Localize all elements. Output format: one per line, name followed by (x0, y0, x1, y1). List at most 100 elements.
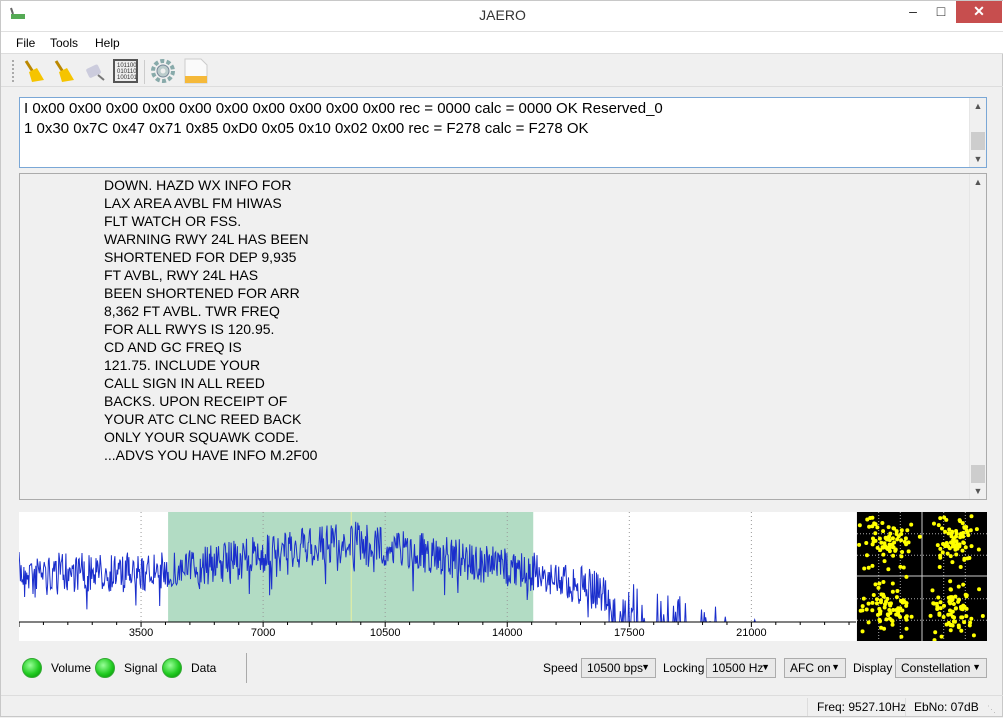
constellation-point (870, 515, 875, 520)
constellation-point (965, 530, 970, 535)
constellation-point (880, 545, 885, 550)
constellation-point (938, 553, 943, 558)
scroll-thumb[interactable] (971, 132, 985, 150)
constellation-point (968, 528, 973, 533)
gear-icon[interactable] (150, 58, 176, 84)
scrollbar[interactable]: ▲ ▼ (969, 174, 986, 499)
constellation-point (976, 547, 981, 552)
message-line: 8,362 FT AVBL. TWR FREQ (104, 303, 280, 319)
constellation-point (954, 531, 959, 536)
constellation-point (969, 616, 974, 621)
constellation-point (942, 603, 947, 608)
constellation-point (864, 607, 869, 612)
constellation-point (881, 594, 886, 599)
constellation-point (939, 634, 944, 639)
tick-label: 21000 (736, 627, 767, 639)
constellation-point (956, 584, 961, 589)
constellation-point (962, 525, 967, 530)
signal-label: Signal (124, 661, 158, 675)
constellation-point (899, 634, 904, 639)
afc-value: AFC on (790, 661, 831, 675)
menu-file[interactable]: File (16, 36, 35, 50)
constellation-point (961, 582, 966, 587)
constellation-point (949, 534, 954, 539)
constellation-point (950, 609, 955, 614)
minimize-icon[interactable]: – (898, 1, 928, 23)
constellation-point (877, 581, 882, 586)
constellation-point (894, 595, 899, 600)
constellation-point (969, 514, 974, 519)
constellation-point (906, 540, 911, 545)
title-bar: JAERO – □ ✕ (1, 1, 1003, 31)
output-line: 1 0x30 0x7C 0x47 0x71 0x85 0xD0 0x05 0x1… (24, 120, 589, 137)
constellation-point (878, 619, 883, 624)
scroll-down-icon[interactable]: ▼ (970, 151, 986, 167)
display-value: Constellation (901, 661, 971, 675)
menu-help[interactable]: Help (95, 36, 120, 50)
constellation-point (935, 607, 940, 612)
resize-grip-icon[interactable]: ⋱ (987, 704, 996, 715)
broom-icon[interactable] (20, 58, 46, 84)
close-icon[interactable]: ✕ (956, 1, 1002, 23)
constellation-point (899, 528, 904, 533)
constellation-point (957, 544, 962, 549)
message-line: FT AVBL, RWY 24L HAS (104, 267, 259, 283)
constellation-point (901, 598, 906, 603)
message-output-textbox[interactable]: DOWN. HAZD WX INFO FOR LAX AREA AVBL FM H… (19, 173, 987, 500)
output-line: I 0x00 0x00 0x00 0x00 0x00 0x00 0x00 0x0… (24, 100, 663, 117)
raw-output-textbox[interactable]: I 0x00 0x00 0x00 0x00 0x00 0x00 0x00 0x0… (19, 97, 987, 168)
constellation-point (873, 531, 878, 536)
speed-label: Speed (543, 661, 578, 675)
binary-icon[interactable]: 101100010110100101 (113, 58, 139, 84)
constellation-point (861, 596, 866, 601)
constellation-point (977, 587, 982, 592)
speed-select[interactable]: 10500 bps ▼ (581, 658, 656, 678)
constellation-point (890, 536, 895, 541)
constellation-point (881, 529, 886, 534)
message-line: BACKS. UPON RECEIPT OF (104, 393, 288, 409)
display-select[interactable]: Constellation ▼ (895, 658, 987, 678)
chevron-down-icon: ▼ (641, 662, 650, 672)
constellation-point (879, 598, 884, 603)
constellation-point (941, 615, 946, 620)
constellation-point (947, 599, 952, 604)
scroll-down-icon[interactable]: ▼ (970, 483, 986, 499)
constellation-point (888, 603, 893, 608)
constellation-point (866, 565, 871, 570)
constellation-point (938, 606, 943, 611)
message-line: YOUR ATC CLNC REED BACK (104, 411, 302, 427)
scroll-up-icon[interactable]: ▲ (970, 98, 986, 114)
constellation-point (969, 544, 974, 549)
constellation-point (938, 516, 943, 521)
divider (807, 698, 808, 716)
constellation-point (882, 541, 887, 546)
spectrum-display[interactable]: 3500 7000 10500 14000 17500 21000 (19, 512, 856, 641)
constellation-point (974, 527, 979, 532)
constellation-point (967, 623, 972, 628)
log-file-icon[interactable] (183, 58, 209, 84)
chevron-down-icon: ▼ (972, 662, 981, 672)
scroll-up-icon[interactable]: ▲ (970, 174, 986, 190)
constellation-point (928, 613, 933, 618)
menu-tools[interactable]: Tools (50, 36, 78, 50)
constellation-point (881, 580, 886, 585)
constellation-point (870, 542, 875, 547)
broom-icon[interactable] (50, 58, 76, 84)
plug-icon[interactable] (82, 58, 108, 84)
constellation-point (860, 629, 865, 634)
scroll-thumb[interactable] (971, 465, 985, 483)
constellation-point (864, 541, 869, 546)
constellation-point (950, 560, 955, 565)
maximize-icon[interactable]: □ (926, 1, 956, 23)
constellation-point (874, 597, 879, 602)
locking-select[interactable]: 10500 Hz ▼ (706, 658, 776, 678)
data-indicator-icon (162, 658, 182, 678)
divider (246, 653, 247, 683)
constellation-point (886, 525, 891, 530)
scrollbar[interactable]: ▲ ▼ (969, 98, 986, 167)
constellation-point (962, 556, 967, 561)
afc-select[interactable]: AFC on ▼ (784, 658, 846, 678)
data-label: Data (191, 661, 217, 675)
constellation-point (871, 593, 876, 598)
constellation-point (963, 545, 968, 550)
